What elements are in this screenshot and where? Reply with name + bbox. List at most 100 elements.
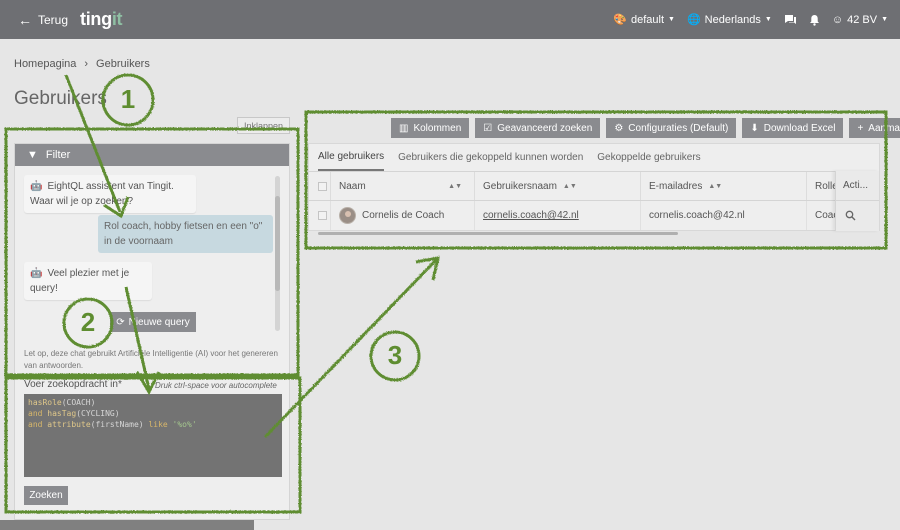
tab-linked-users[interactable]: Gekoppelde gebruikers: [597, 144, 700, 171]
view-action-button[interactable]: [836, 201, 879, 230]
select-all-checkbox[interactable]: [318, 181, 327, 191]
breadcrumb: Homepagina › Gebruikers: [14, 58, 150, 70]
chat-button[interactable]: [784, 14, 797, 26]
query-editor[interactable]: hasRole(COACH) and hasTag(CYCLING) and a…: [24, 394, 282, 477]
column-actions: Acti...: [836, 171, 879, 201]
column-email[interactable]: E-mailadres ▲▼: [641, 172, 807, 200]
scrollbar-thumb[interactable]: [275, 196, 280, 291]
code-token: (CYCLING): [76, 409, 120, 418]
chat-scrollbar[interactable]: [275, 176, 280, 331]
breadcrumb-current: Gebruikers: [96, 58, 150, 70]
chat-message-text: EightQL assistent van Tingit. Waar wil j…: [30, 181, 174, 207]
annotation-number-1: 1: [120, 84, 136, 114]
back-button[interactable]: ← Terug: [18, 12, 68, 28]
download-icon: ⬇: [750, 122, 759, 134]
code-token: and: [28, 420, 43, 429]
code-token: attribute: [47, 420, 91, 429]
new-query-button[interactable]: ⟳ Nieuwe query: [110, 312, 196, 332]
search-icon: [845, 210, 856, 221]
user-face-icon: ☺: [831, 13, 844, 26]
filter-panel: ▼ Filter 🤖 EightQL assistent van Tingit. …: [14, 143, 290, 520]
palette-icon: 🎨: [613, 14, 627, 26]
column-label: Gebruikersnaam: [483, 180, 557, 192]
username-link[interactable]: cornelis.coach@42.nl: [483, 210, 579, 221]
column-label: Naam: [339, 180, 366, 192]
language-label: Nederlands: [704, 13, 761, 26]
chat-message-bot: 🤖 EightQL assistent van Tingit. Waar wil …: [24, 175, 196, 213]
account-label: 42 BV: [847, 13, 878, 26]
tab-linkable-users[interactable]: Gebruikers die gekoppeld kunnen worden: [398, 144, 583, 171]
filter-icon: ▼: [27, 149, 38, 161]
column-username[interactable]: Gebruikersnaam ▲▼: [475, 172, 641, 200]
code-token: '%o%': [172, 420, 197, 429]
breadcrumb-home[interactable]: Homepagina: [14, 58, 76, 70]
table-toolbar: ▥ Kolommen ☑ Geavanceerd zoeken ⚙ Configura…: [391, 118, 900, 138]
ai-disclaimer: Let op, deze chat gebruikt Artificiële I…: [24, 349, 278, 370]
language-menu[interactable]: 🌐 Nederlands ▼: [686, 13, 772, 27]
cell-username: cornelis.coach@42.nl: [475, 201, 641, 230]
cell-name: Cornelis de Coach: [331, 201, 475, 230]
robot-icon: 🤖: [30, 181, 43, 192]
caret-down-icon: ▼: [881, 16, 888, 23]
search-button[interactable]: Zoeken: [24, 486, 68, 505]
table-row[interactable]: Cornelis de Coach cornelis.coach@42.nl c…: [309, 201, 879, 230]
back-label: Terug: [38, 12, 69, 27]
logo-main: ting: [80, 9, 112, 29]
theme-menu[interactable]: 🎨 default ▼: [613, 13, 675, 27]
column-label: E-mailadres: [649, 180, 703, 192]
button-label: Download Excel: [763, 122, 836, 134]
columns-button[interactable]: ▥ Kolommen: [391, 118, 470, 138]
row-select-cell: [309, 201, 331, 230]
filter-title: Filter: [45, 149, 71, 161]
users-table-card: Alle gebruikers Gebruikers die gekoppeld…: [308, 143, 880, 231]
button-label: Kolommen: [413, 122, 462, 134]
chat-message-text: Veel plezier met je query!: [30, 268, 130, 294]
create-button[interactable]: + Aanmaken: [849, 118, 900, 138]
collapse-button[interactable]: Inklappen: [237, 117, 290, 134]
robot-icon: 🤖: [30, 268, 43, 279]
page-title: Gebruikers: [14, 88, 107, 109]
sort-icon[interactable]: ▲▼: [448, 183, 462, 190]
arrow-left-icon: ←: [18, 11, 32, 28]
download-excel-button[interactable]: ⬇ Download Excel: [742, 118, 844, 138]
refresh-icon: ⟳: [116, 316, 125, 328]
checkbox-icon: ☑: [483, 122, 493, 134]
code-token: (COACH): [61, 398, 96, 407]
code-token: like: [148, 420, 168, 429]
logo-accent: it: [111, 9, 123, 29]
button-label: Aanmaken: [868, 122, 900, 134]
advanced-search-button[interactable]: ☑ Geavanceerd zoeken: [475, 118, 601, 138]
code-token: hasTag: [47, 409, 77, 418]
row-checkbox[interactable]: [318, 211, 327, 220]
annotation-arrowhead-3: [415, 256, 440, 281]
chat-icon: [784, 14, 796, 24]
chevron-right-icon: ›: [84, 58, 89, 70]
columns-icon: ▥: [399, 122, 409, 134]
configurations-button[interactable]: ⚙ Configuraties (Default): [606, 118, 737, 138]
cell-email: cornelis.coach@42.nl: [641, 201, 807, 230]
new-query-label: Nieuwe query: [128, 316, 190, 328]
sort-icon[interactable]: ▲▼: [563, 183, 577, 190]
select-all-cell: [309, 172, 331, 200]
caret-down-icon: ▼: [764, 16, 772, 23]
top-bar: ← Terug tingit 🎨 default ▼ 🌐 Nederlands …: [0, 0, 900, 39]
query-label: Voer zoekopdracht in*: [24, 379, 122, 390]
table-header: Naam ▲▼ Gebruikersnaam ▲▼ E-mailadres ▲▼ Ro…: [309, 171, 879, 201]
table-horizontal-scrollbar[interactable]: [318, 232, 678, 235]
gear-icon: ⚙: [614, 122, 624, 134]
tab-all-users[interactable]: Alle gebruikers: [318, 144, 385, 171]
sort-icon[interactable]: ▲▼: [708, 183, 722, 190]
code-token: (firstName): [90, 420, 144, 429]
notifications-button[interactable]: [809, 14, 820, 26]
column-name[interactable]: Naam ▲▼: [331, 172, 475, 200]
account-menu[interactable]: ☺ 42 BV ▼: [832, 14, 888, 26]
button-label: Configuraties (Default): [628, 122, 729, 134]
bottom-strip: [0, 520, 254, 530]
app-logo[interactable]: tingit: [80, 9, 123, 30]
filter-header[interactable]: ▼ Filter: [15, 144, 289, 166]
email-text: cornelis.coach@42.nl: [649, 210, 745, 221]
globe-icon: 🌐: [686, 14, 701, 26]
actions-column: Acti...: [835, 171, 879, 231]
query-hint: Druk ctrl-space voor autocomplete: [155, 381, 277, 390]
code-token: and: [28, 409, 43, 418]
